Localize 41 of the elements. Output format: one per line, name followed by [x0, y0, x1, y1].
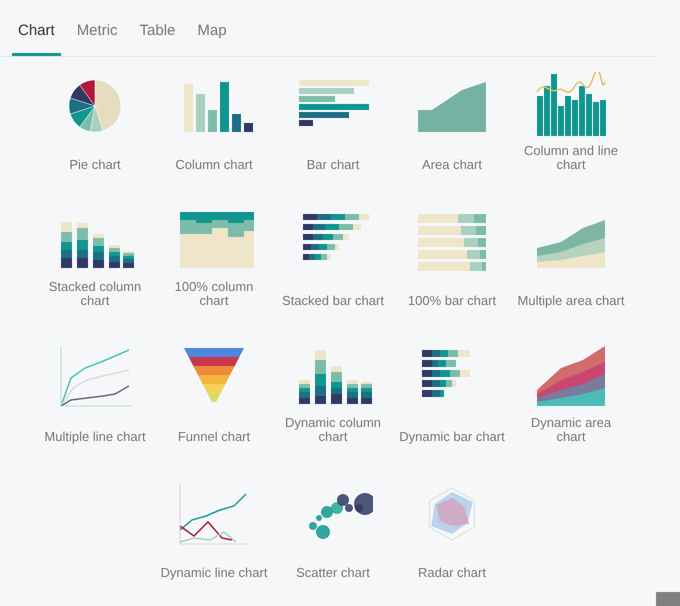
chart-type-label: Column chart — [175, 158, 253, 172]
chart-type-tile[interactable]: Dynamic line chart — [154, 478, 274, 606]
chart-type-label: Dynamic bar chart — [399, 430, 505, 444]
chart-type-tile[interactable]: Column and line chart — [512, 70, 630, 206]
chart-type-label: Radar chart — [418, 566, 486, 580]
chart-type-tile[interactable]: Multiple area chart — [512, 206, 630, 342]
chart-type-tile[interactable]: Column chart — [154, 70, 274, 206]
chart-type-tile[interactable]: Multiple line chart — [36, 342, 154, 478]
chart-type-label: Funnel chart — [178, 430, 250, 444]
chart-type-label: Dynamic column chart — [284, 416, 382, 444]
chart-type-tile[interactable]: Dynamic column chart — [274, 342, 392, 478]
chart-type-label: Column and line chart — [523, 144, 619, 172]
tab[interactable]: Table — [134, 20, 182, 56]
chart-type-tile[interactable]: Dynamic area chart — [512, 342, 630, 478]
chart-type-tile[interactable]: Scatter chart — [274, 478, 392, 606]
chart-type-tile[interactable]: 100% column chart — [154, 206, 274, 342]
chart-type-label: Scatter chart — [296, 566, 370, 580]
chart-type-label: Multiple area chart — [518, 294, 624, 308]
chart-type-label: Bar chart — [306, 158, 360, 172]
corner-square — [656, 592, 680, 606]
chart-type-tile[interactable]: Stacked column chart — [36, 206, 154, 342]
chart-type-label: 100% bar chart — [408, 294, 496, 308]
chart-type-tile[interactable]: Bar chart — [274, 70, 392, 206]
tab[interactable]: Map — [191, 20, 233, 56]
chart-type-label: Dynamic area chart — [530, 416, 612, 444]
chart-type-tile[interactable]: Stacked bar chart — [274, 206, 392, 342]
chart-type-label: Stacked column chart — [48, 280, 142, 308]
chart-type-tile[interactable]: Dynamic bar chart — [392, 342, 512, 478]
chart-type-tile[interactable]: Radar chart — [392, 478, 512, 606]
chart-type-tile[interactable]: Pie chart — [36, 70, 154, 206]
chart-type-tile[interactable]: Area chart — [392, 70, 512, 206]
chart-type-tile[interactable]: Funnel chart — [154, 342, 274, 478]
chart-type-label: Multiple line chart — [44, 430, 146, 444]
tab[interactable]: Chart — [12, 20, 61, 56]
chart-type-label: Stacked bar chart — [282, 294, 384, 308]
chart-type-tile[interactable]: 100% bar chart — [392, 206, 512, 342]
chart-type-label: Pie chart — [69, 158, 121, 172]
chart-type-label: 100% column chart — [174, 280, 254, 308]
tab[interactable]: Metric — [70, 20, 124, 56]
chart-type-label: Dynamic line chart — [160, 566, 268, 580]
chart-type-label: Area chart — [422, 158, 482, 172]
